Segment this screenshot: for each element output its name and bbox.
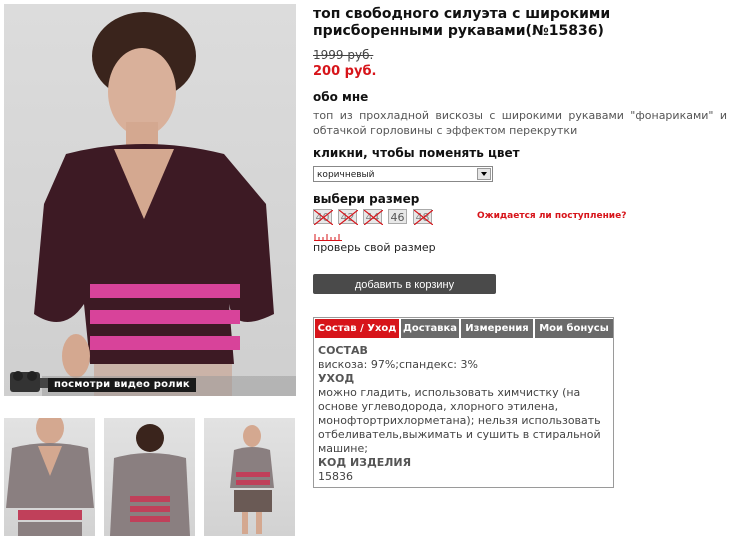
tab-my-bonuses[interactable]: Мои бонусы: [535, 319, 613, 338]
unavailable-cross-icon: [364, 210, 383, 225]
old-price: 1999 руб.: [313, 48, 374, 62]
notify-availability-link[interactable]: Ожидается ли поступление?: [477, 211, 626, 221]
unavailable-cross-icon: [339, 210, 358, 225]
video-link-label: посмотри видео ролик: [48, 378, 196, 392]
product-details-tabs: Состав / Уход Доставка Измерения Мои бон…: [313, 317, 614, 488]
sale-price: 200 руб.: [313, 64, 377, 79]
unavailable-cross-icon: [314, 210, 333, 225]
unavailable-cross-icon: [414, 210, 433, 225]
about-heading: обо мне: [313, 90, 369, 104]
composition-text: вискоза: 97%;спандекс: 3%: [318, 358, 478, 371]
tab-delivery[interactable]: Доставка: [401, 319, 459, 338]
color-heading: кликни, чтобы поменять цвет: [313, 146, 520, 160]
about-description: топ из прохладной вискозы с широкими рук…: [313, 109, 727, 137]
size-option-40[interactable]: 40: [313, 209, 333, 225]
size-option-48[interactable]: 48: [413, 209, 433, 225]
tab-panel: СОСТАВ вискоза: 97%;спандекс: 3% УХОД мо…: [318, 344, 608, 484]
product-code: 15836: [318, 470, 353, 483]
tab-measurements[interactable]: Измерения: [461, 319, 533, 338]
ruler-icon[interactable]: [314, 234, 342, 241]
care-text: можно гладить, использовать химчистку (н…: [318, 386, 601, 455]
care-heading: УХОД: [318, 372, 355, 385]
thumbnail-image: [230, 425, 274, 534]
video-link[interactable]: посмотри видео ролик: [4, 366, 296, 396]
color-select[interactable]: коричневый: [313, 166, 493, 182]
product-title: топ свободного силуэта с широкими присбо…: [313, 6, 611, 39]
composition-heading: СОСТАВ: [318, 344, 368, 357]
product-code-heading: КОД ИЗДЕЛИЯ: [318, 456, 412, 469]
color-select-value: коричневый: [317, 170, 375, 180]
add-to-cart-button[interactable]: добавить в корзину: [313, 274, 496, 294]
size-option-46[interactable]: 46: [388, 209, 407, 224]
thumbnail-image: [110, 424, 190, 536]
size-label: 46: [390, 211, 405, 224]
chevron-down-icon[interactable]: [477, 168, 491, 180]
model-photo-illustration: [34, 12, 274, 396]
tab-composition-care[interactable]: Состав / Уход: [315, 319, 399, 338]
size-option-42[interactable]: 42: [338, 209, 358, 225]
size-heading: выбери размер: [313, 192, 420, 206]
main-product-photo[interactable]: посмотри видео ролик: [4, 4, 296, 396]
check-size-link[interactable]: проверь свой размер: [313, 241, 436, 254]
thumbnail-3[interactable]: [204, 418, 295, 536]
thumbnail-2[interactable]: [104, 418, 195, 536]
size-option-44[interactable]: 44: [363, 209, 383, 225]
thumbnail-image: [6, 418, 94, 536]
thumbnail-1[interactable]: [4, 418, 95, 536]
